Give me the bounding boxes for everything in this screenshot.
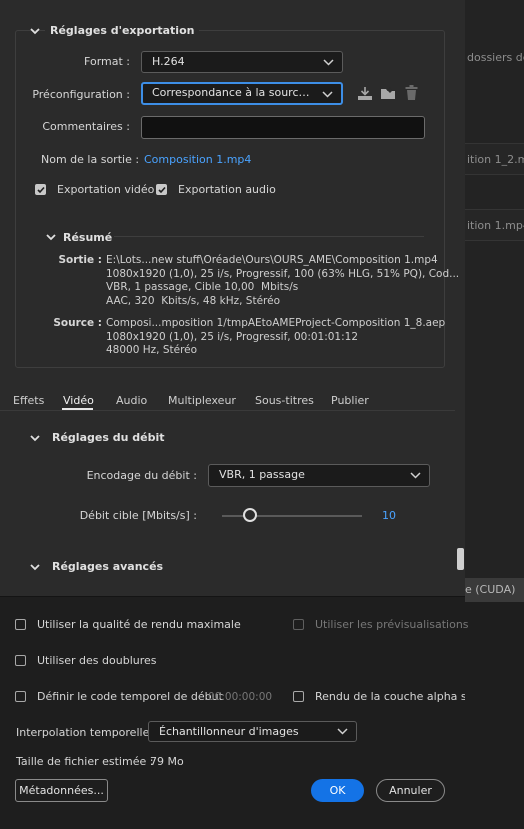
target-bitrate-slider-thumb[interactable] [243,508,257,522]
queue-item-name: ition 1.mp4 [467,219,524,232]
summary-output-block: E:\Lots...new stuff\Oréade\Ours\OURS_AME… [106,254,459,308]
renderer-dropdown[interactable]: e (CUDA) [465,578,524,602]
bitrate-encoding-label: Encodage du débit : [86,469,197,482]
summary-output-line: 1080x1920 (1,0), 25 i/s, Progressif, 100… [106,267,460,280]
checkmark-icon [37,186,45,194]
chevron-down-icon[interactable] [30,26,40,36]
tab-video[interactable]: Vidéo [63,394,94,407]
advanced-settings-title: Réglages avancés [52,560,164,573]
bitrate-settings-title: Réglages du débit [52,431,165,444]
start-timecode-value[interactable]: 00:00:00:00 [208,691,272,703]
summary-output-line: E:\Lots...new stuff\Oréade\Ours\OURS_AME… [106,254,438,266]
checkmark-icon [158,186,166,194]
queue-item-row[interactable]: ition 1.mp4 [465,209,524,241]
tab-multiplexer[interactable]: Multiplexeur [168,394,236,407]
preset-dropdown[interactable]: Correspondance à la source – D... [141,82,343,105]
summary-source-block: Composi...mposition 1/tmpAEtoAMEProject-… [106,317,445,358]
export-video-checkbox[interactable] [35,184,46,195]
bitrate-encoding-value: VBR, 1 passage [219,468,305,481]
format-dropdown[interactable]: H.264 [141,51,343,73]
tab-audio[interactable]: Audio [116,394,147,407]
chevron-down-icon [337,728,348,735]
interpolation-dropdown[interactable]: Échantillonneur d'images [148,721,357,742]
metadata-button[interactable]: Métadonnées... [15,779,108,802]
queue-item-name: ition 1_2.mp4 [467,153,524,166]
queue-folders-text: dossiers de [467,51,524,64]
scrollbar-thumb[interactable] [457,548,464,570]
format-value: H.264 [152,55,185,68]
output-name-label: Nom de la sortie : [41,153,140,166]
summary-divider [114,236,424,237]
save-preset-icon[interactable] [380,85,397,101]
renderer-label: e (CUDA) [465,583,516,596]
bottom-divider [0,596,465,597]
preset-label: Préconfiguration : [32,88,130,101]
cancel-button[interactable]: Annuler [376,779,445,802]
summary-source-key: Source : [53,317,102,329]
chevron-down-icon [323,59,334,66]
chevron-down-icon[interactable] [30,433,40,443]
render-alpha-label: Rendu de la couche alpha seule [315,690,465,703]
max-render-quality-label: Utiliser la qualité de rendu maximale [37,618,241,631]
render-alpha-checkbox[interactable] [293,691,304,702]
interpolation-label: Interpolation temporelle : [16,726,157,739]
target-bitrate-value[interactable]: 10 [382,509,396,522]
chevron-down-icon [410,472,421,479]
summary-output-key: Sortie : [58,254,102,266]
estimated-file-size-label: Taille de fichier estimée : [16,755,154,768]
chevron-down-icon [322,91,333,98]
summary-source-line: 1080x1920 (1,0), 25 i/s, Progressif, 00:… [106,330,359,343]
use-proxies-checkbox[interactable] [15,655,26,666]
queue-panel-background [465,0,524,600]
tabs-divider [0,410,455,411]
active-tab-indicator [62,408,93,410]
summary-output-line: VBR, 1 passage, Cible 10,00 Mbits/s [106,281,299,293]
estimated-file-size-value: 79 Mo [150,755,184,768]
tab-captions[interactable]: Sous-titres [255,394,314,407]
comments-field[interactable] [141,116,425,139]
tab-publish[interactable]: Publier [331,394,369,407]
summary-source-line: Composi...mposition 1/tmpAEtoAMEProject-… [106,317,446,329]
export-audio-checkbox[interactable] [156,184,167,195]
queue-item-row[interactable]: ition 1_2.mp4 [465,143,524,175]
chevron-down-icon[interactable] [46,232,56,242]
summary-title: Résumé [63,231,113,244]
export-audio-label: Exportation audio [178,183,276,196]
import-preset-icon[interactable] [357,86,373,101]
summary-source-line: 48000 Hz, Stéréo [106,344,198,356]
summary-output-line: AAC, 320 Kbits/s, 48 kHz, Stéréo [106,294,281,307]
use-previews-label: Utiliser les prévisualisations [315,618,469,631]
interpolation-value: Échantillonneur d'images [159,725,299,738]
start-timecode-label: Définir le code temporel de début [37,690,223,703]
comments-label: Commentaires : [42,120,130,133]
target-bitrate-label: Débit cible [Mbits/s] : [79,509,197,522]
use-proxies-label: Utiliser des doublures [37,654,157,667]
export-settings-title: Réglages d'exportation [45,24,200,37]
format-label: Format : [84,55,130,68]
use-previews-checkbox[interactable] [293,619,304,630]
chevron-down-icon[interactable] [30,562,40,572]
tab-effects[interactable]: Effets [13,394,44,407]
preset-value: Correspondance à la source – D... [152,86,337,99]
delete-preset-icon[interactable] [405,85,418,101]
bitrate-encoding-dropdown[interactable]: VBR, 1 passage [208,464,430,487]
export-video-label: Exportation vidéo [57,183,155,196]
max-render-quality-checkbox[interactable] [15,619,26,630]
output-name-link[interactable]: Composition 1.mp4 [144,153,251,166]
start-timecode-checkbox[interactable] [15,691,26,702]
ok-button[interactable]: OK [311,779,364,802]
